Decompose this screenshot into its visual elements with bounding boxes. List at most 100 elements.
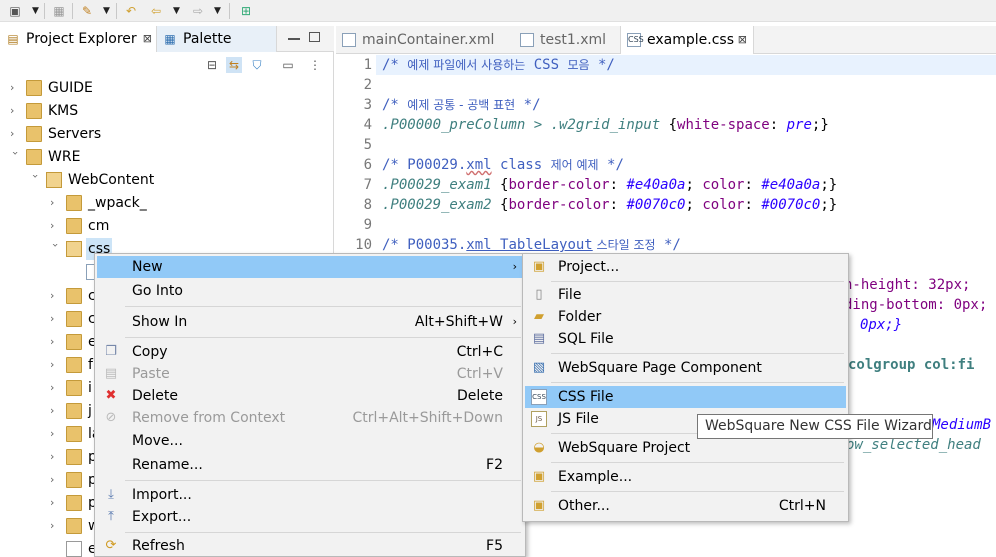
menu-item-paste[interactable]: ▤ Paste Ctrl+V (97, 363, 523, 385)
maximize-icon[interactable] (309, 32, 320, 42)
new-project-icon: ▣ (532, 259, 546, 274)
project-folder-icon (26, 149, 42, 165)
menu-item-go-into[interactable]: Go Into (97, 280, 523, 302)
back-icon[interactable]: ⇦ (148, 3, 164, 19)
page-component-icon: ▧ (532, 360, 546, 375)
forward-icon[interactable]: ⇨ (190, 3, 206, 19)
filter-icon[interactable]: ⛉ (249, 57, 265, 73)
tree-item-e[interactable]: › e (0, 331, 100, 353)
menu-shortcut: Ctrl+Alt+Shift+Down (352, 410, 503, 426)
save-icon[interactable]: ▦ (51, 3, 67, 19)
expand-icon[interactable]: › (50, 400, 62, 422)
new-icon[interactable]: ▣ (7, 3, 23, 19)
close-icon[interactable]: ⊠ (738, 26, 747, 54)
tree-item-wpack[interactable]: › _wpack_ (0, 192, 334, 214)
tab-main-container-xml[interactable]: mainContainer.xml (336, 26, 506, 54)
submenu-item-css-file[interactable]: CSS CSS File (525, 386, 846, 408)
tree-item-p3[interactable]: › p (0, 492, 100, 514)
submenu-item-websquare-page-component[interactable]: ▧ WebSquare Page Component (525, 357, 846, 379)
submenu-item-file[interactable]: ▯ File (525, 284, 846, 306)
back-history-icon[interactable]: ↶ (123, 3, 139, 19)
tab-test1-xml[interactable]: test1.xml (514, 26, 614, 54)
expand-icon[interactable]: › (50, 308, 62, 330)
tree-item-p2[interactable]: › p (0, 469, 100, 491)
back-dropdown-icon[interactable]: ▼ (173, 4, 181, 18)
tree-label: Servers (48, 126, 102, 142)
submenu-item-project[interactable]: ▣ Project... (525, 256, 846, 278)
view-menu-icon[interactable]: ▭ (280, 57, 296, 73)
new-dropdown-icon[interactable]: ▼ (32, 4, 40, 18)
copy-icon: ❐ (105, 344, 117, 359)
tree-item-cm[interactable]: › cm (0, 215, 334, 237)
expand-icon[interactable]: › (50, 285, 62, 307)
tab-label: test1.xml (540, 32, 607, 48)
tree-item-e-file[interactable]: e (0, 538, 100, 557)
run-icon[interactable]: ✎ (79, 3, 95, 19)
tree-item-w[interactable]: › w (0, 515, 100, 537)
run-dropdown-icon[interactable]: ▼ (103, 4, 111, 18)
line-number: 1 (363, 57, 372, 73)
menu-item-delete[interactable]: ✖ Delete Delete (97, 385, 523, 407)
collapse-icon[interactable]: › (24, 174, 46, 186)
submenu-item-example[interactable]: ▣ Example... (525, 466, 846, 488)
tab-project-explorer[interactable]: ▤ Project Explorer ⊠ (0, 26, 157, 52)
menu-label: WebSquare Project (558, 440, 691, 456)
menu-separator (551, 491, 844, 492)
expand-icon[interactable]: › (50, 192, 62, 214)
submenu-item-other[interactable]: ▣ Other... Ctrl+N (525, 495, 846, 517)
expand-icon[interactable]: › (50, 215, 62, 237)
tree-item-j[interactable]: › j (0, 400, 100, 422)
tree-item-guide[interactable]: › GUIDE (0, 77, 334, 99)
submenu-item-websquare-project[interactable]: ◒ WebSquare Project (525, 437, 846, 459)
expand-icon[interactable]: › (50, 354, 62, 376)
menu-item-export[interactable]: ⤒ Export... (97, 506, 523, 528)
expand-icon[interactable]: › (50, 446, 62, 468)
menu-item-new[interactable]: New › (97, 256, 523, 278)
menu-item-refresh[interactable]: ⟳ Refresh F5 (97, 535, 523, 557)
expand-icon[interactable]: › (50, 492, 62, 514)
link-with-editor-icon[interactable]: ⇆ (226, 57, 242, 73)
tree-item-webcontent[interactable]: › WebContent (0, 169, 334, 191)
tab-example-css[interactable]: CSS example.css ⊠ (620, 26, 754, 54)
expand-icon[interactable]: › (10, 77, 22, 99)
menu-separator (551, 382, 844, 383)
tree-item-kms[interactable]: › KMS (0, 100, 334, 122)
expand-icon[interactable]: › (10, 100, 22, 122)
menu-item-move[interactable]: Move... (97, 430, 523, 452)
tree-item-i[interactable]: › i (0, 377, 100, 399)
collapse-icon[interactable]: › (4, 151, 26, 163)
expand-icon[interactable]: › (50, 331, 62, 353)
tree-item-wre[interactable]: › WRE (0, 146, 334, 168)
expand-icon[interactable]: › (50, 469, 62, 491)
expand-icon[interactable]: › (50, 515, 62, 537)
collapse-all-icon[interactable]: ⊟ (204, 57, 220, 73)
tree-item-p1[interactable]: › p (0, 446, 100, 468)
menu-separator (551, 353, 844, 354)
collapse-icon[interactable]: › (44, 243, 66, 255)
tree-item-la[interactable]: › la (0, 423, 100, 445)
minimize-icon[interactable] (288, 38, 300, 40)
expand-icon[interactable]: › (50, 423, 62, 445)
menu-item-show-in[interactable]: Show In Alt+Shift+W › (97, 311, 523, 333)
tree-item-f[interactable]: › f (0, 354, 100, 376)
submenu-item-folder[interactable]: ▰ Folder (525, 306, 846, 328)
tree-item-servers[interactable]: › Servers (0, 123, 334, 145)
menu-item-copy[interactable]: ❐ Copy Ctrl+C (97, 341, 523, 363)
tab-palette[interactable]: ▦ Palette (157, 26, 277, 52)
more-options-icon[interactable]: ⋮ (307, 57, 323, 73)
expand-icon[interactable]: › (10, 123, 22, 145)
palette-icon: ▦ (164, 32, 176, 46)
open-perspective-icon[interactable]: ⊞ (238, 3, 254, 19)
close-icon[interactable]: ⊠ (143, 26, 152, 52)
tree-label: WebContent (68, 172, 155, 188)
menu-item-rename[interactable]: Rename... F2 (97, 454, 523, 476)
tree-item-c2[interactable]: › c (0, 308, 100, 330)
menu-item-remove-from-context[interactable]: ⊘ Remove from Context Ctrl+Alt+Shift+Dow… (97, 407, 523, 429)
expand-icon[interactable]: › (50, 377, 62, 399)
line-number: 9 (363, 217, 372, 233)
code-line-8: .P00029_exam2 {border-color: #0070c0; co… (382, 197, 838, 213)
submenu-item-sql-file[interactable]: ▤ SQL File (525, 328, 846, 350)
forward-dropdown-icon[interactable]: ▼ (214, 4, 222, 18)
tree-item-c1[interactable]: › c (0, 285, 100, 307)
menu-item-import[interactable]: ⤓ Import... (97, 484, 523, 506)
